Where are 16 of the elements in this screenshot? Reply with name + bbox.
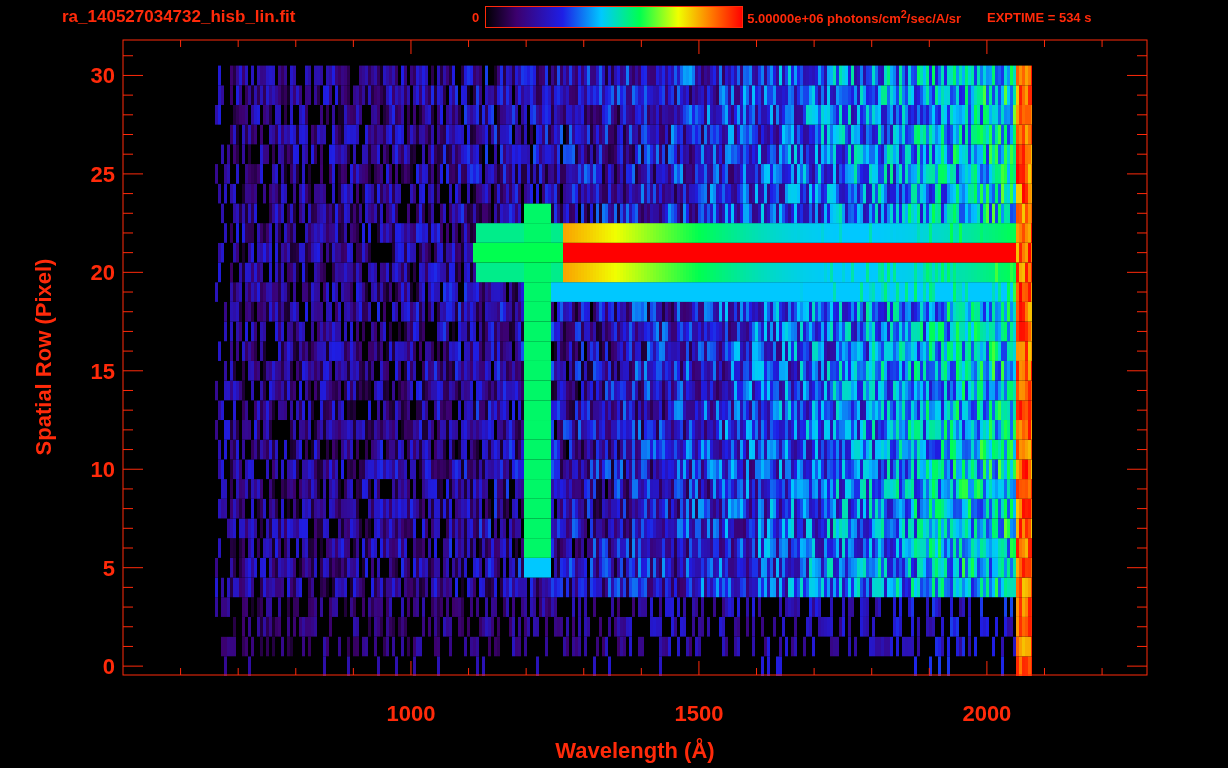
y-tick-label: 5 (102, 555, 115, 581)
y-tick-label: 15 (90, 358, 115, 384)
x-axis-title: Wavelength (Å) (555, 738, 715, 763)
colorbar-min-label: 0 (472, 9, 480, 25)
y-tick-label: 30 (90, 63, 115, 89)
file-name: ra_140527034732_hisb_lin.fit (62, 7, 297, 27)
y-tick-label: 20 (90, 260, 115, 286)
y-tick-label: 10 (90, 457, 115, 483)
y-tick-label: 0 (102, 654, 115, 680)
colorbar-max-label: 5.00000e+06 photons/cm$^{2}$/sec/A/sr (747, 7, 962, 27)
x-tick-label: 1500 (674, 701, 724, 726)
x-tick-label: 2000 (962, 701, 1012, 726)
exposure-time: EXPTIME = 534 s (987, 9, 1092, 25)
y-tick-label: 25 (90, 161, 115, 187)
y-axis-title: Spatial Row (Pixel) (31, 258, 56, 456)
x-tick-label: 1000 (386, 701, 436, 726)
